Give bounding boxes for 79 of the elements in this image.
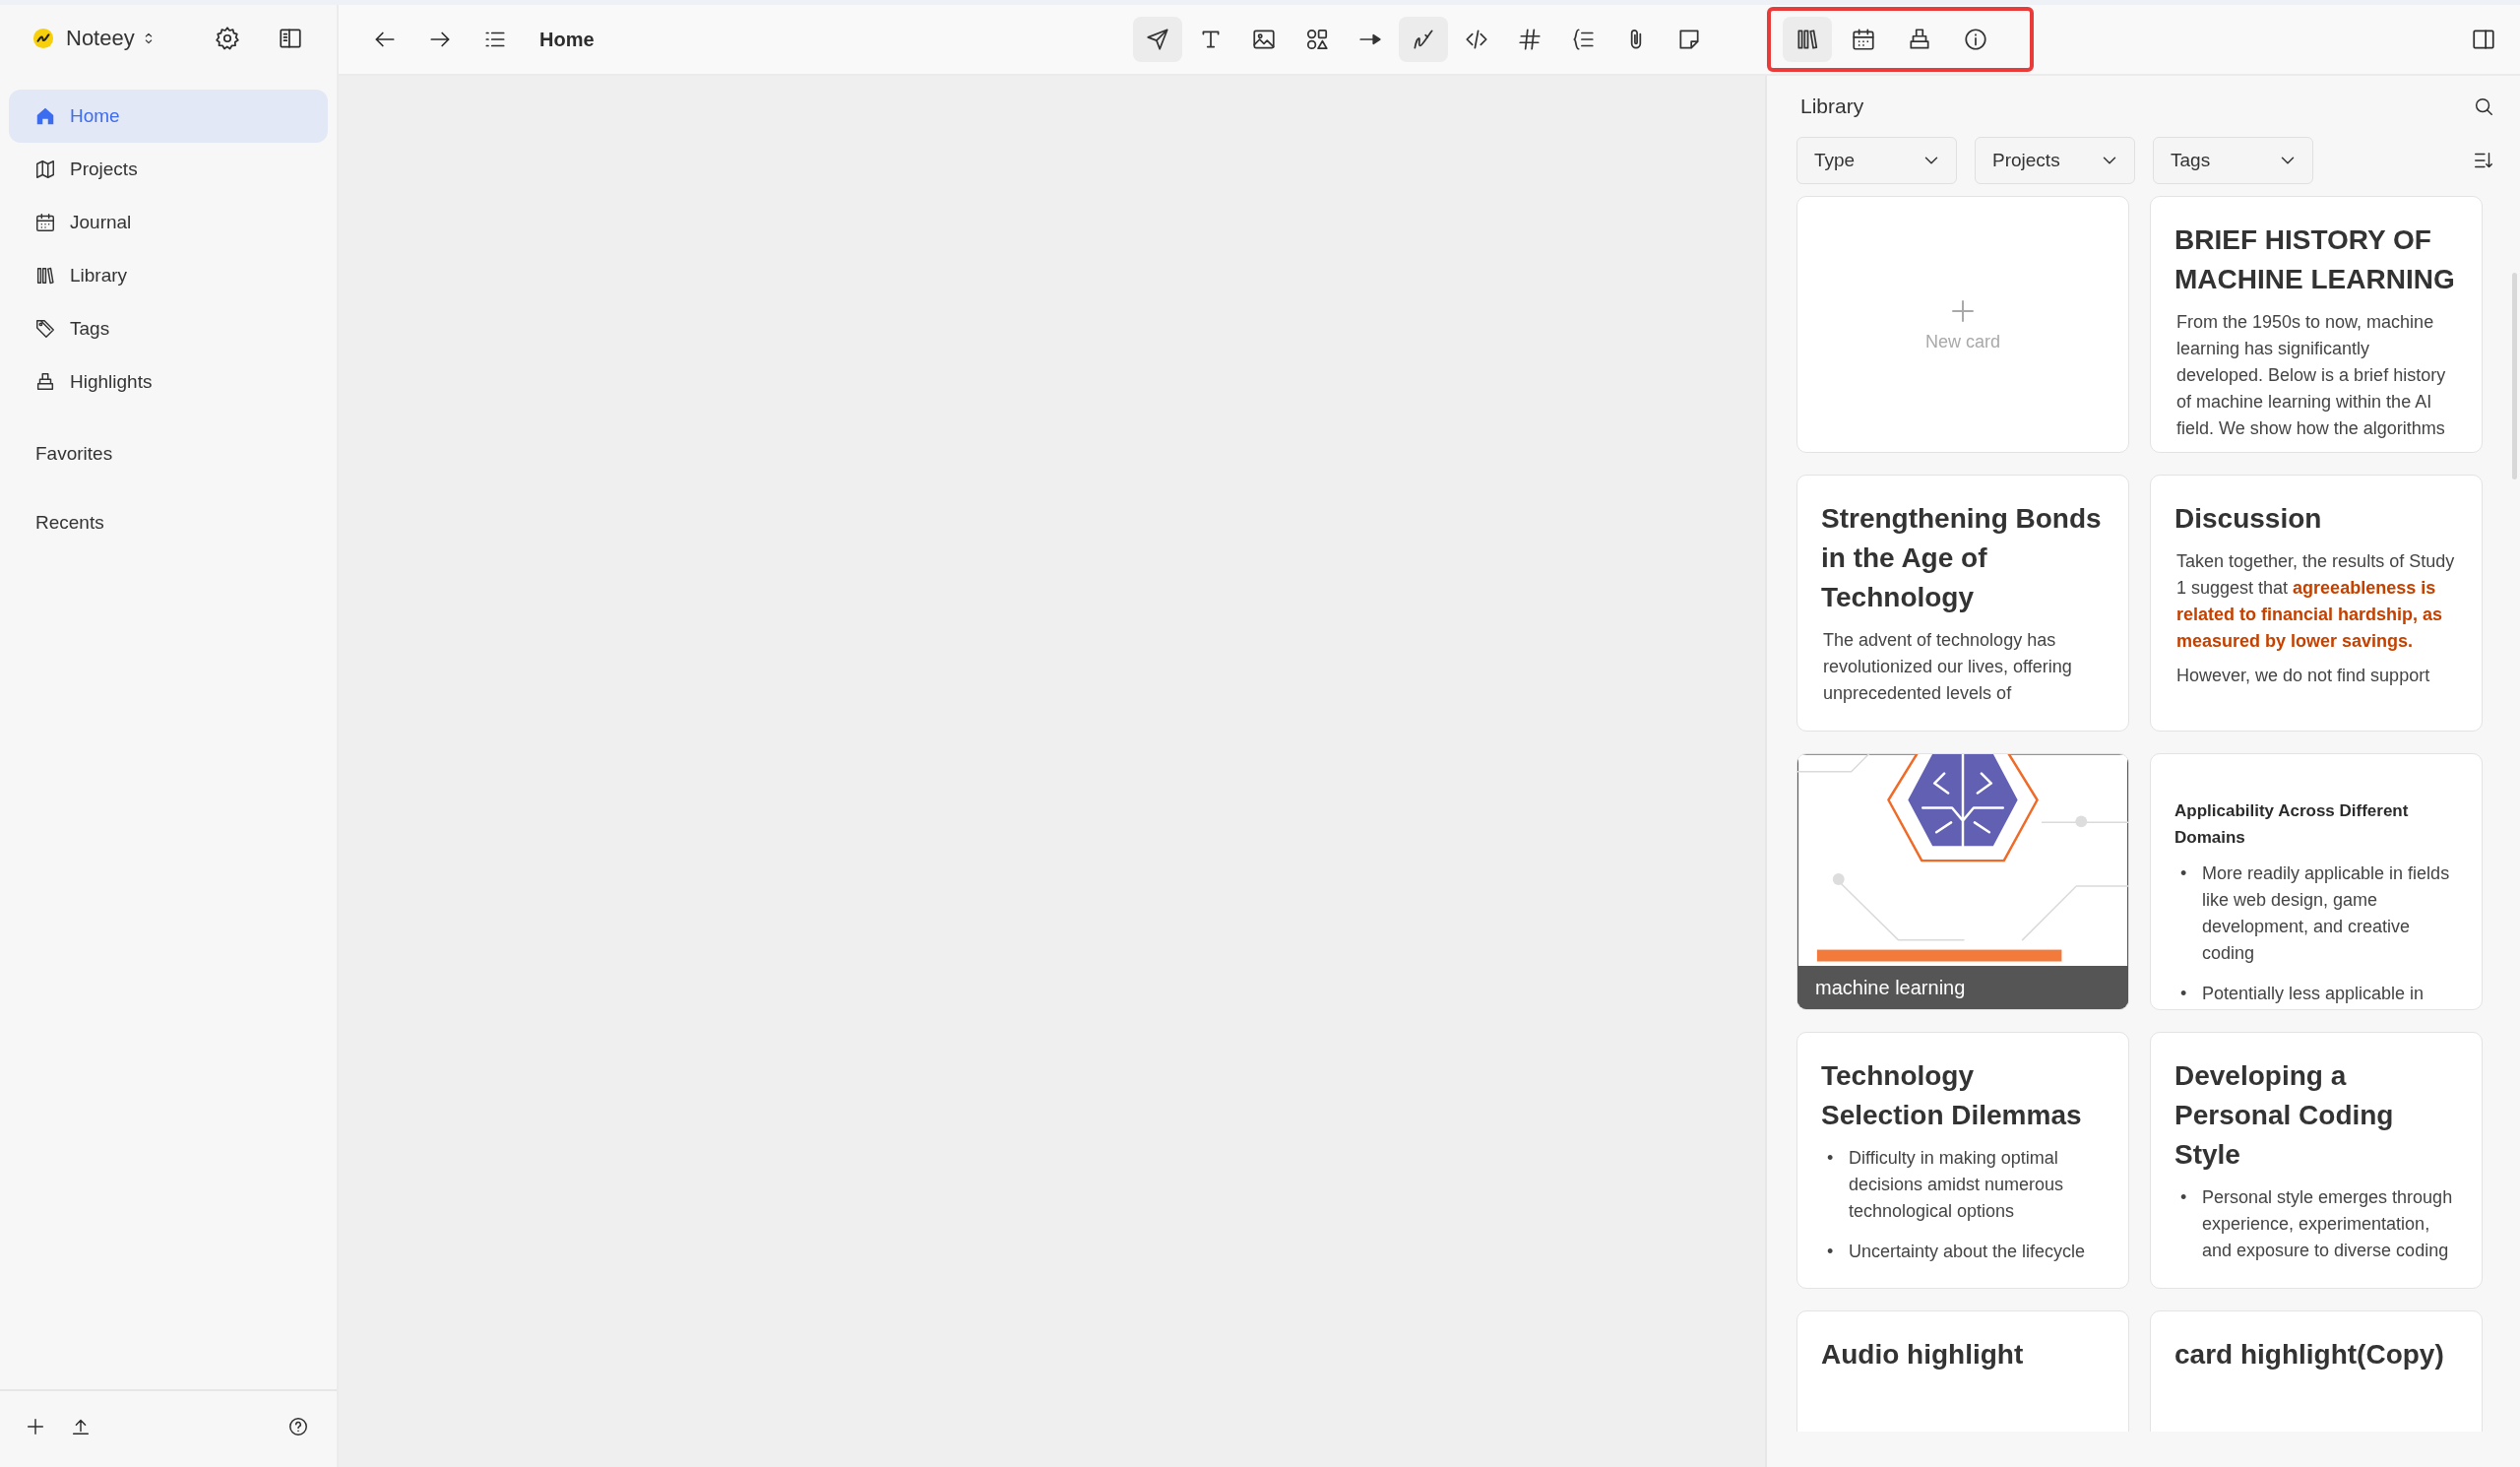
- card-title: Audio highlight: [1821, 1338, 2025, 1371]
- bullet-marker: •: [2179, 983, 2188, 1005]
- tag-icon: [34, 318, 56, 340]
- note-card[interactable]: Discussion Taken together, the results of Study 1 suggest that agreeableness is related to financial hardship, as measured by lower savings. However, we do not find support: [2150, 475, 2483, 732]
- bullet-marker: •: [2179, 1186, 2188, 1209]
- sidebar-item-label: Projects: [70, 159, 138, 180]
- note-card[interactable]: Strengthening Bonds in the Age of Technology The advent of technology has revolutionized our lives, offering unprecedented levels of: [1796, 475, 2129, 732]
- highlighter-icon: [34, 371, 56, 393]
- card-title: card highlight(Copy): [2174, 1338, 2445, 1371]
- scrollbar[interactable]: [2512, 273, 2517, 479]
- card-title: BRIEF HISTORY OF MACHINE LEARNING: [2174, 223, 2456, 296]
- sidebar-item[interactable]: Projects: [9, 143, 328, 196]
- hash-icon: [1517, 27, 1543, 52]
- sidebar-item-label: Journal: [70, 212, 132, 233]
- note-card[interactable]: Technology Selection Dilemmas • Difficulty in making optimal decisions amidst numerous technological options • Uncertainty about the lifecycle: [1796, 1032, 2129, 1289]
- bullet-text: More readily applicable in fields like web design, game development, and creative coding: [2202, 862, 2451, 965]
- sidebar-item[interactable]: Library: [9, 249, 328, 302]
- page-title: Home: [539, 28, 595, 51]
- image-caption: machine learning: [1797, 966, 2128, 1009]
- image-icon: [1251, 27, 1277, 52]
- home-icon: [34, 105, 56, 127]
- help-icon: [287, 1416, 309, 1437]
- map-icon: [34, 159, 56, 180]
- card-title: Technology Selection Dilemmas: [1821, 1059, 2083, 1132]
- sidebar-section[interactable]: Recents: [0, 499, 140, 546]
- bullet-text: Personal style emerges through experience, experimentation, and exposure to diverse coding: [2202, 1186, 2454, 1262]
- image-card[interactable]: machine learning: [1796, 753, 2129, 1010]
- calendar-icon: [34, 212, 56, 233]
- panel-title: Library: [1800, 95, 1865, 118]
- sidebar-item[interactable]: Tags: [9, 302, 328, 355]
- card-text: From the 1950s to now, machine learning has significantly developed. Below is a brief history of machine learning within the AI field. We show how the algorithms: [2176, 311, 2447, 440]
- filter-dropdown[interactable]: Tags: [2153, 137, 2313, 184]
- app-logo-icon: [32, 28, 54, 49]
- info-icon: [1963, 27, 1988, 52]
- settings-icon: [215, 26, 240, 51]
- sidebar-item[interactable]: Home: [9, 90, 328, 143]
- sticky-note-icon: [1676, 27, 1702, 52]
- sidebar-item-label: Tags: [70, 318, 110, 340]
- bullet-text: Uncertainty about the lifecycle: [1849, 1241, 2087, 1263]
- note-card[interactable]: card highlight(Copy): [2150, 1310, 2483, 1432]
- sidebar-item[interactable]: Journal: [9, 196, 328, 249]
- note-card[interactable]: Developing a Personal Coding Style • Personal style emerges through experience, experimentation, and exposure to diverse coding: [2150, 1032, 2483, 1289]
- sidebar-item-label: Home: [70, 105, 120, 127]
- sidebar-icon: [278, 26, 303, 51]
- sidebar-item-label: Library: [70, 265, 128, 287]
- card-text: Taken together, the results of Study 1 suggest that agreeableness is related to financial hardship, as measured by lower savings.: [2176, 550, 2456, 653]
- card-title: Discussion: [2174, 502, 2323, 536]
- filter-dropdown[interactable]: Type: [1796, 137, 1957, 184]
- sidebar-section[interactable]: Favorites: [0, 430, 149, 478]
- note-card[interactable]: BRIEF HISTORY OF MACHINE LEARNING From the 1950s to now, machine learning has significantly developed. Below is a brief history of machine learning within the AI field. We show how the algorithms: [2150, 196, 2483, 453]
- bullet-text: Potentially less applicable in: [2202, 983, 2426, 1005]
- bullet-marker: •: [2179, 862, 2188, 885]
- shapes-icon: [1304, 27, 1330, 52]
- pen-tool-button[interactable]: [1399, 17, 1448, 62]
- bullet-marker: •: [1826, 1241, 1835, 1263]
- sidebar-item-label: Highlights: [70, 371, 153, 393]
- card-title: Strengthening Bonds in the Age of Technology: [1821, 502, 2103, 614]
- calendar-icon: [1851, 27, 1876, 52]
- card-title: Developing a Personal Coding Style: [2174, 1059, 2395, 1172]
- send-icon: [1145, 27, 1170, 52]
- card-text: However, we do not find support: [2176, 665, 2431, 687]
- note-card[interactable]: Audio highlight: [1796, 1310, 2129, 1432]
- library-tab[interactable]: [1783, 17, 1832, 62]
- note-card[interactable]: Applicability Across Different Domains • More readily applicable in fields like web design, game development, and creative coding • Potentially less applicable in: [2150, 753, 2483, 1010]
- highlighter-icon: [1907, 27, 1932, 52]
- books-icon: [1795, 27, 1820, 52]
- card-text: The advent of technology has revolutionized our lives, offering unprecedented levels of: [1823, 629, 2073, 705]
- sidebar-item[interactable]: Highlights: [9, 355, 328, 409]
- bullet-marker: •: [1826, 1147, 1835, 1170]
- panel-icon: [2471, 27, 2496, 52]
- plus-icon: [25, 1416, 46, 1437]
- search-icon: [2473, 96, 2494, 117]
- workspace-switcher[interactable]: Noteey: [66, 26, 157, 51]
- select-tool-button[interactable]: [1133, 17, 1182, 62]
- filter-dropdown[interactable]: Projects: [1975, 137, 2135, 184]
- code-icon: [1464, 27, 1489, 52]
- books-icon: [34, 265, 56, 287]
- bullet-text: Difficulty in making optimal decisions amidst numerous technological options: [1849, 1147, 2065, 1223]
- card-heading: Applicability Across Different Domains: [2174, 800, 2410, 849]
